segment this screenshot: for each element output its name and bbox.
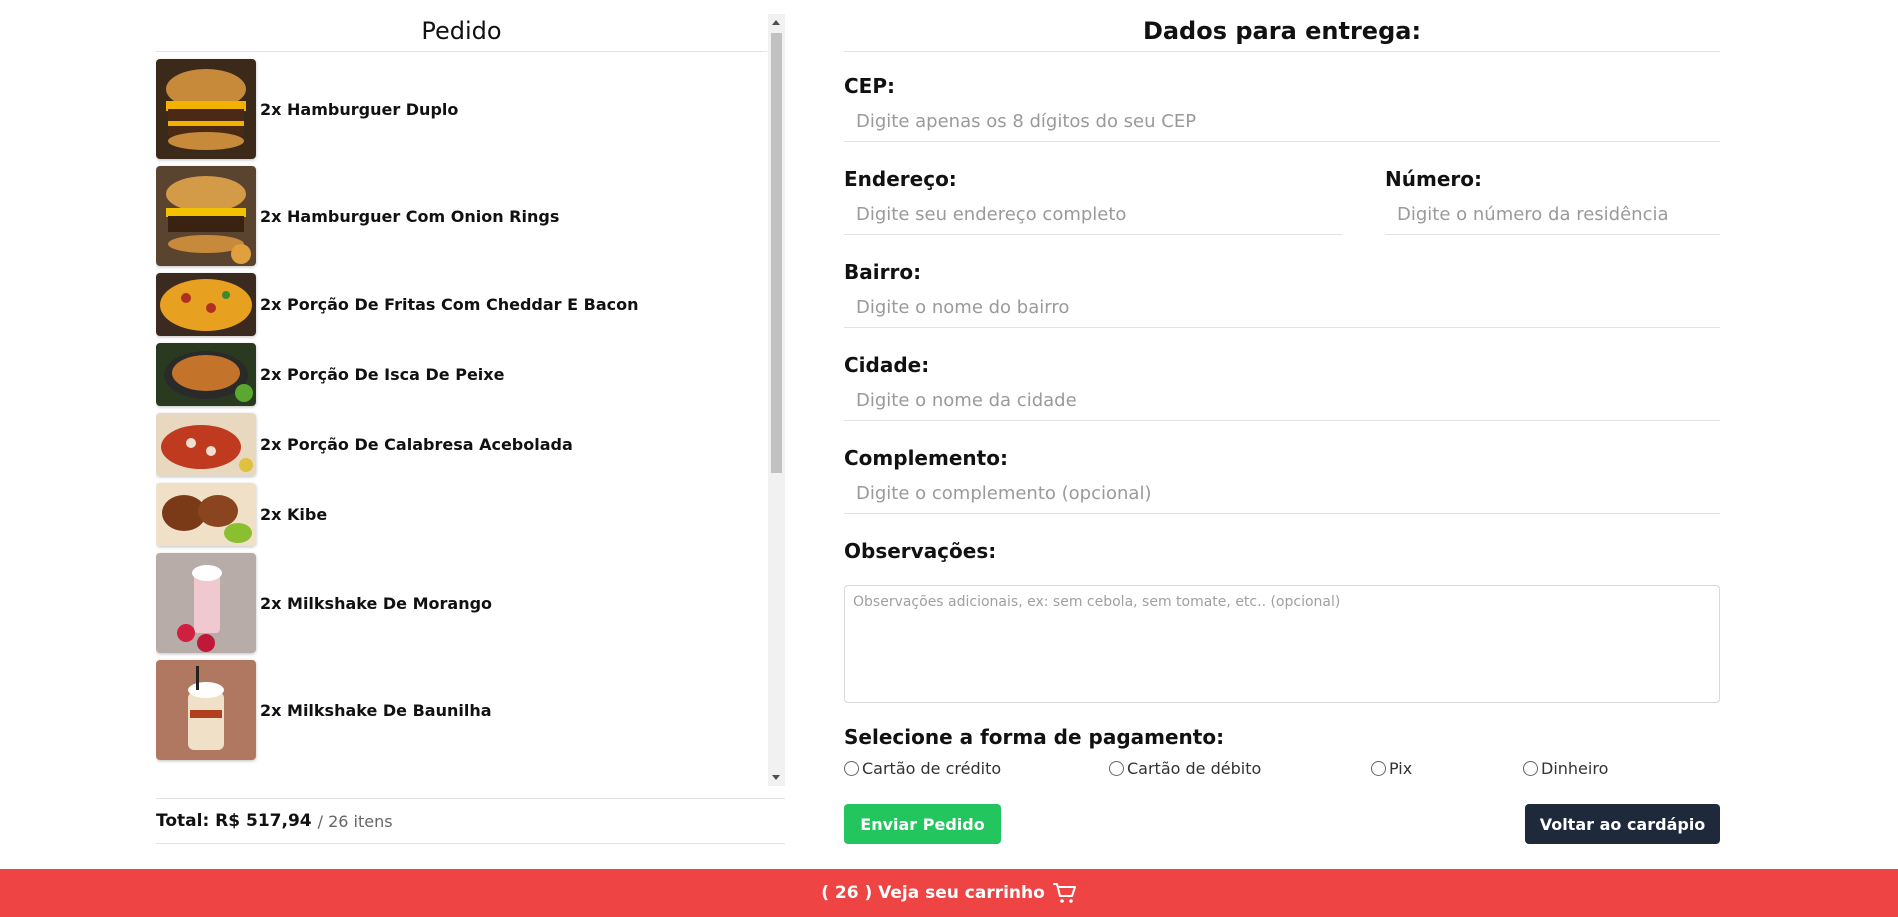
delivery-title: Dados para entrega: [844,14,1720,52]
item-label: 2x Porção De Calabresa Acebolada [260,435,573,454]
cart-label[interactable]: ( 26 ) Veja seu carrinho [821,883,1045,903]
order-item: 2x Hamburguer Duplo [156,59,785,159]
cash-radio[interactable] [1523,761,1538,776]
numero-field: Número: [1385,167,1720,235]
order-panel: Pedido 2x Hamburguer Duplo 2x Hamburguer… [156,14,785,844]
order-item: 2x Kibe [156,483,785,546]
send-order-button[interactable]: Enviar Pedido [844,804,1001,844]
bairro-input[interactable] [844,288,1720,328]
numero-input[interactable] [1385,195,1720,235]
complemento-field: Complemento: [844,446,1720,514]
cidade-field: Cidade: [844,353,1720,421]
scroll-thumb[interactable] [771,33,782,473]
payment-pix-option[interactable]: Pix [1371,759,1412,778]
order-item: 2x Porção De Isca De Peixe [156,343,785,406]
endereco-label: Endereço: [844,167,957,191]
burger-image [156,59,256,159]
burger-onion-image [156,166,256,266]
order-item: 2x Milkshake De Baunilha [156,660,785,760]
order-item: 2x Hamburguer Com Onion Rings [156,166,785,266]
debit-radio[interactable] [1109,761,1124,776]
total-items-count: / 26 itens [317,811,393,831]
strawberry-milkshake-image [156,553,256,653]
observacoes-field: Observações: [844,539,1720,563]
scroll-up-icon[interactable] [772,20,780,25]
endereco-field: Endereço: [844,167,1342,235]
cep-label: CEP: [844,74,895,98]
observacoes-textarea[interactable] [844,585,1720,703]
order-total: Total: R$ 517,94 / 26 itens [156,798,785,844]
item-label: 2x Milkshake De Baunilha [260,700,492,720]
bairro-field: Bairro: [844,260,1720,328]
page: Pedido 2x Hamburguer Duplo 2x Hamburguer… [0,0,1898,917]
order-scrollbar[interactable] [768,14,785,786]
payment-title: Selecione a forma de pagamento: [844,725,1225,749]
order-item: 2x Porção De Fritas Com Cheddar E Bacon [156,273,785,336]
numero-label: Número: [1385,167,1482,191]
back-to-menu-button[interactable]: Voltar ao cardápio [1525,804,1720,844]
cidade-input[interactable] [844,381,1720,421]
kibe-image [156,483,256,546]
credit-radio[interactable] [844,761,859,776]
pix-label: Pix [1389,759,1413,778]
cash-label: Dinheiro [1541,759,1609,778]
payment-credit-option[interactable]: Cartão de crédito [844,759,1001,778]
credit-label: Cartão de crédito [862,759,1002,778]
item-label: 2x Kibe [260,505,328,524]
item-label: 2x Hamburguer Duplo [260,99,459,119]
cidade-label: Cidade: [844,353,930,377]
item-label: 2x Porção De Isca De Peixe [260,365,505,384]
payment-options: Cartão de crédito Cartão de débito Pix D… [844,759,1720,783]
total-amount: Total: R$ 517,94 [156,811,312,831]
pix-radio[interactable] [1371,761,1386,776]
cep-field: CEP: [844,74,1720,142]
cart-footer-bar[interactable]: ( 26 ) Veja seu carrinho [0,869,1898,917]
item-label: 2x Milkshake De Morango [260,593,493,613]
order-item: 2x Milkshake De Morango [156,553,785,653]
item-label: 2x Porção De Fritas Com Cheddar E Bacon [260,295,639,314]
payment-cash-option[interactable]: Dinheiro [1523,759,1608,778]
order-title: Pedido [156,14,767,52]
delivery-form: Dados para entrega: CEP: Endereço: Númer… [844,14,1720,844]
order-list[interactable]: 2x Hamburguer Duplo 2x Hamburguer Com On… [156,52,785,788]
calabresa-image [156,413,256,476]
complemento-label: Complemento: [844,446,1008,470]
cart-icon[interactable] [1052,882,1077,904]
item-label: 2x Hamburguer Com Onion Rings [260,206,560,226]
endereco-input[interactable] [844,195,1342,235]
debit-label: Cartão de débito [1127,759,1262,778]
order-item: 2x Porção De Calabresa Acebolada [156,413,785,476]
fish-strips-image [156,343,256,406]
complemento-input[interactable] [844,474,1720,514]
fries-cheddar-image [156,273,256,336]
vanilla-milkshake-image [156,660,256,760]
payment-debit-option[interactable]: Cartão de débito [1109,759,1261,778]
scroll-down-icon[interactable] [772,775,780,780]
bairro-label: Bairro: [844,260,922,284]
observacoes-label: Observações: [844,539,997,563]
cep-input[interactable] [844,102,1720,142]
order-list-wrap: 2x Hamburguer Duplo 2x Hamburguer Com On… [156,14,785,788]
